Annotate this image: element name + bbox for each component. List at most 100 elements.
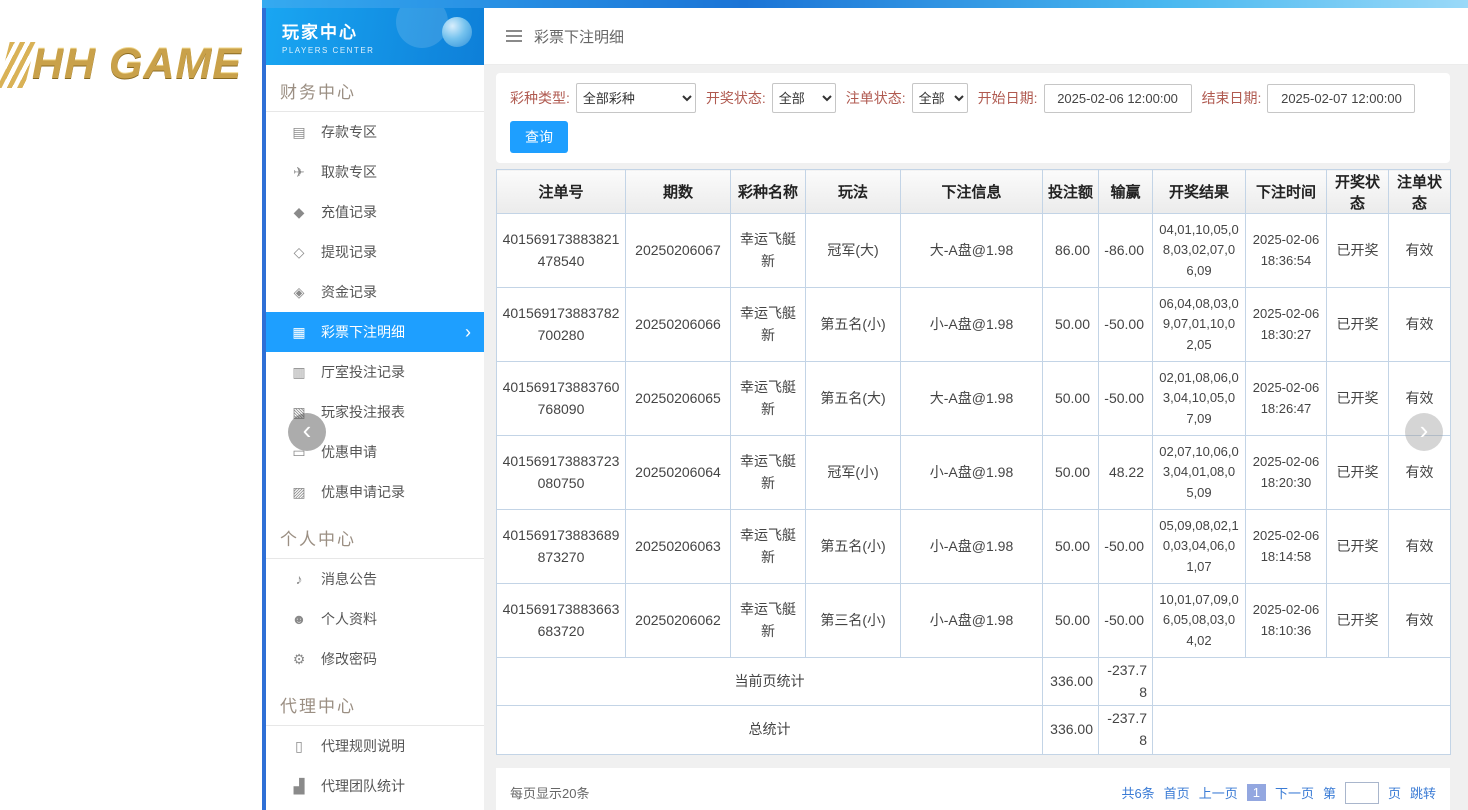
sidebar-item-label: 消息公告 [321,569,377,589]
column-header: 注单号 [497,170,626,214]
bet-table-head: 注单号期数彩种名称玩法下注信息投注额输赢开奖结果下注时间开奖状态注单状态 [497,170,1451,214]
panel-prev-button[interactable]: ‹ [288,413,326,451]
table-cell: 2025-02-06 18:10:36 [1246,584,1327,658]
summary-bet-total: 336.00 [1043,658,1099,706]
table-cell: 20250206067 [626,214,731,288]
column-header: 开奖状态 [1327,170,1389,214]
column-header: 下注信息 [901,170,1043,214]
filter-row: 彩种类型: 全部彩种 开奖状态: 全部 注单状态: 全部 开始日期: [510,83,1436,113]
table-cell: 401569173883760768090 [497,362,626,436]
start-date-filter: 开始日期: [978,84,1192,113]
column-header: 下注时间 [1246,170,1327,214]
hall-list-icon: ▥ [290,364,308,381]
sidebar-item-recharge-records[interactable]: ◆充值记录 [266,192,484,232]
hh-game-logo: HH GAME [4,40,242,89]
table-cell: 02,07,10,06,03,04,01,08,05,09 [1153,436,1246,510]
sidebar-item-agent-rules[interactable]: ▯代理规则说明 [266,726,484,766]
table-cell: 幸运飞艇新 [731,288,806,362]
decorative-ball-icon [442,17,472,47]
table-cell: 02,01,08,06,03,04,10,05,07,09 [1153,362,1246,436]
column-header: 注单状态 [1389,170,1451,214]
jump-suffix-label: 页 [1388,783,1401,802]
hamburger-icon[interactable] [506,35,522,37]
summary-row: 总统计336.00-237.78 [497,706,1451,754]
lottery-type-select[interactable]: 全部彩种 [576,83,696,113]
table-cell: 86.00 [1043,214,1099,288]
sidebar-item-label: 优惠申请记录 [321,482,405,502]
column-header: 玩法 [806,170,901,214]
withdraw-plane-icon: ✈ [290,164,308,181]
table-cell: 幸运飞艇新 [731,584,806,658]
table-cell: 幸运飞艇新 [731,214,806,288]
sidebar-item-label: 代理规则说明 [321,736,405,756]
start-date-input[interactable] [1044,84,1192,113]
bell-icon: ♪ [290,571,308,587]
table-cell: 已开奖 [1327,362,1389,436]
table-cell: 大-A盘@1.98 [901,362,1043,436]
sidebar-item-lottery-bet-details[interactable]: ▦彩票下注明细› [266,312,484,352]
logo-pane: HH GAME [0,0,262,810]
end-date-filter: 结束日期: [1202,84,1416,113]
funds-icon: ◈ [290,284,308,301]
table-cell: 幸运飞艇新 [731,510,806,584]
sidebar-item-label: 资金记录 [321,282,377,302]
table-cell: 50.00 [1043,362,1099,436]
table-cell: 有效 [1389,584,1451,658]
sidebar-item-deposit-zone[interactable]: ▤存款专区 [266,112,484,152]
bet-status-select[interactable]: 全部 [912,83,968,113]
first-page-link[interactable]: 首页 [1164,783,1190,802]
main-content: 彩票下注明细 彩种类型: 全部彩种 开奖状态: 全部 注单状态: 全部 [484,8,1468,810]
table-cell: 2025-02-06 18:26:47 [1246,362,1327,436]
page-jump-input[interactable] [1345,782,1379,804]
page-size-text: 每页显示20条 [510,783,589,802]
panel-next-button[interactable]: › [1405,413,1443,451]
logo-text: HH GAME [32,40,242,89]
end-date-label: 结束日期: [1202,88,1262,108]
sidebar-item-agent-team-stats[interactable]: ▟代理团队统计 [266,766,484,806]
draw-status-select[interactable]: 全部 [772,83,836,113]
jump-button[interactable]: 跳转 [1410,783,1436,802]
table-cell: 20250206065 [626,362,731,436]
bet-status-label: 注单状态: [846,88,906,108]
table-cell: 大-A盘@1.98 [901,214,1043,288]
query-button[interactable]: 查询 [510,121,568,153]
column-header: 彩种名称 [731,170,806,214]
table-cell: 20250206064 [626,436,731,510]
start-date-label: 开始日期: [978,88,1038,108]
sidebar-item-label: 代理团队统计 [321,776,405,796]
table-cell: 401569173883723080750 [497,436,626,510]
summary-bet-total: 336.00 [1043,706,1099,754]
table-cell: 第五名(小) [806,510,901,584]
end-date-input[interactable] [1267,84,1415,113]
sidebar-item-promo-apply-records[interactable]: ▨优惠申请记录 [266,472,484,512]
sidebar-item-funds-records[interactable]: ◈ 资金记录 [266,272,484,312]
deposit-card-icon: ▤ [290,124,308,141]
table-cell: -50.00 [1099,510,1153,584]
table-cell: 第五名(大) [806,362,901,436]
table-cell: 20250206063 [626,510,731,584]
table-cell: 已开奖 [1327,436,1389,510]
prev-page-link[interactable]: 上一页 [1199,783,1238,802]
table-cell: 幸运飞艇新 [731,362,806,436]
sidebar-item-label: 个人资料 [321,609,377,629]
total-count-text: 共6条 [1121,783,1154,802]
sidebar-item-hall-bet-records[interactable]: ▥厅室投注记录 [266,352,484,392]
page-title: 彩票下注明细 [534,26,624,47]
sidebar-item-withdraw-records[interactable]: ◇提现记录 [266,232,484,272]
sidebar-item-change-password[interactable]: ⚙修改密码 [266,639,484,679]
current-page-indicator[interactable]: 1 [1247,784,1266,801]
table-cell: 冠军(大) [806,214,901,288]
sidebar-item-withdraw-zone[interactable]: ✈取款专区 [266,152,484,192]
table-cell: 已开奖 [1327,510,1389,584]
sidebar-item-messages[interactable]: ♪ 消息公告 [266,559,484,599]
next-page-link[interactable]: 下一页 [1275,783,1314,802]
sidebar-item-label: 彩票下注明细 [321,322,405,342]
table-row: 40156917388376076809020250206065幸运飞艇新第五名… [497,362,1451,436]
table-cell: 10,01,07,09,06,05,08,03,04,02 [1153,584,1246,658]
cashout-icon: ◇ [290,244,308,261]
draw-status-filter: 开奖状态: 全部 [706,83,836,113]
table-cell: -50.00 [1099,362,1153,436]
table-cell: 小-A盘@1.98 [901,510,1043,584]
table-cell: 2025-02-06 18:14:58 [1246,510,1327,584]
sidebar-item-profile[interactable]: ☻个人资料 [266,599,484,639]
